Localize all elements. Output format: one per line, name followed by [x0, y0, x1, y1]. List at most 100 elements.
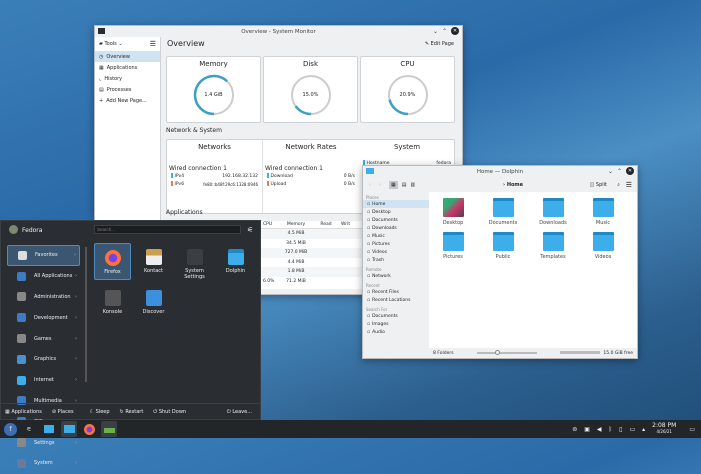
folder-item[interactable]: Downloads [533, 198, 573, 226]
place-item[interactable]: ▫ Images [363, 320, 429, 328]
place-item[interactable]: ▫ Desktop [363, 208, 429, 216]
restart-button[interactable]: ↻ Restart [120, 409, 144, 415]
table-row[interactable]: 727.0 MiB [261, 248, 363, 258]
folder-item[interactable]: Videos [583, 232, 623, 260]
place-item[interactable]: ▫ Home [363, 200, 429, 208]
sidebar-item-history[interactable]: ⌞ History [95, 73, 160, 84]
folder-item[interactable]: Desktop [433, 198, 473, 226]
icons-view-button[interactable]: ▦ [389, 180, 398, 189]
places-tab[interactable]: ⊘ Places [52, 409, 74, 415]
table-row[interactable]: 34.5 MiB [261, 239, 363, 249]
toolbar: ‹ › ▦ ▤ ▥ › Home ◫ Split ⌕ ☰ [363, 177, 637, 192]
folder-item[interactable]: Music [583, 198, 623, 226]
category-internet[interactable]: Internet › [7, 370, 80, 391]
table-row[interactable]: 4.4 MiB [261, 258, 363, 268]
sidebar-item-applications[interactable]: ▦ Applications [95, 62, 160, 73]
maximize-icon[interactable]: ⌃ [442, 28, 447, 35]
search-input[interactable] [94, 225, 241, 234]
col-write[interactable]: Writ [341, 222, 350, 227]
minimize-icon[interactable]: ⌄ [608, 168, 613, 175]
folder-item[interactable]: Documents [483, 198, 523, 226]
place-item[interactable]: ▫ Pictures [363, 240, 429, 248]
battery-icon[interactable]: ▯ [619, 426, 622, 433]
table-row[interactable]: 1.8 MiB [261, 267, 363, 277]
firefox-task-icon[interactable] [81, 421, 97, 437]
dolphin-task-icon[interactable] [41, 421, 57, 437]
app-konsole[interactable]: Konsole [94, 284, 131, 321]
place-item[interactable]: ▫ Videos [363, 248, 429, 256]
zoom-slider[interactable] [476, 350, 537, 355]
col-read[interactable]: Read [311, 222, 341, 227]
shutdown-button[interactable]: ⏻ Shut Down [153, 409, 186, 415]
bluetooth-icon[interactable]: ᛒ [609, 426, 613, 433]
edit-page-button[interactable]: ✎ Edit Page [425, 41, 454, 47]
sysmon-task-icon[interactable] [61, 421, 77, 437]
fedora-launcher-icon[interactable]: f [4, 422, 17, 436]
category-all-applications[interactable]: All Applications › [7, 266, 80, 287]
hamburger-icon[interactable]: ☰ [626, 181, 632, 189]
col-cpu[interactable]: CPU [261, 222, 281, 227]
app-system-settings[interactable]: System Settings [176, 243, 213, 280]
place-item[interactable]: ▫ Recent Locations [363, 296, 429, 304]
display-icon[interactable]: ▭ [629, 426, 635, 433]
category-scrollbar[interactable] [85, 247, 87, 382]
monitor-task-icon[interactable] [101, 421, 117, 437]
place-item[interactable]: ▫ Audio [363, 328, 429, 336]
hamburger-icon[interactable]: ☰ [150, 40, 156, 48]
split-button[interactable]: ◫ Split [590, 182, 607, 188]
tools-menu[interactable]: ▰ Tools ⌄ [99, 41, 123, 47]
leave-button[interactable]: ⏻ Leave... [227, 409, 252, 415]
place-item[interactable]: ▫ Documents [363, 216, 429, 224]
app-dolphin[interactable]: Dolphin [217, 243, 254, 280]
place-item[interactable]: ▫ Music [363, 232, 429, 240]
category-games[interactable]: Games › [7, 328, 80, 349]
expand-tray-icon[interactable]: ▴ [642, 426, 645, 433]
details-view-button[interactable]: ▥ [410, 182, 415, 188]
search-icon[interactable]: ⌕ [617, 182, 620, 188]
volume-icon[interactable]: ◀ [597, 426, 602, 433]
minimize-icon[interactable]: ⌄ [433, 28, 438, 35]
compact-view-button[interactable]: ▤ [402, 182, 407, 188]
sleep-button[interactable]: ☾ Sleep [90, 409, 110, 415]
app-discover[interactable]: Discover [135, 284, 172, 321]
place-item[interactable]: ▫ Documents [363, 312, 429, 320]
downloads-icon: ▫ [367, 225, 371, 231]
folder-icon [492, 232, 514, 251]
category-development[interactable]: Development › [7, 307, 80, 328]
table-row[interactable]: 6.0% 71.2 MiB [261, 277, 363, 287]
maximize-icon[interactable]: ⌃ [617, 168, 622, 175]
disk-card: Disk 15.0% [263, 56, 358, 123]
place-item[interactable]: ▫ Recent Files [363, 288, 429, 296]
settings-icon[interactable]: ⚟ [21, 421, 37, 437]
folder-item[interactable]: Public [483, 232, 523, 260]
place-item[interactable]: ▫ Network [363, 272, 429, 280]
sidebar-item-add-page[interactable]: + Add New Page... [95, 95, 160, 106]
configure-icon[interactable]: ⚟ [247, 226, 253, 234]
page-title: Overview [167, 39, 205, 48]
app-kontact[interactable]: Kontact [135, 243, 172, 280]
clipboard-icon[interactable]: ▣ [584, 426, 590, 433]
category-graphics[interactable]: Graphics › [7, 349, 80, 370]
back-icon[interactable]: ‹ [369, 182, 371, 188]
col-memory[interactable]: Memory [281, 222, 311, 227]
breadcrumb[interactable]: › Home [503, 182, 523, 188]
sidebar-item-overview[interactable]: ◷ Overview [95, 51, 160, 62]
category-system[interactable]: System › [7, 453, 80, 474]
close-button[interactable]: ✕ [626, 167, 634, 175]
place-item[interactable]: ▫ Downloads [363, 224, 429, 232]
network-icon[interactable]: ⊜ [572, 426, 577, 433]
folder-item[interactable]: Pictures [433, 232, 473, 260]
place-item[interactable]: ▫ Trash [363, 256, 429, 264]
folder-item[interactable]: Templates [533, 232, 573, 260]
applications-tab[interactable]: ▦ Applications [5, 409, 42, 415]
category-favorites[interactable]: Favorites › [7, 245, 80, 266]
table-row[interactable]: 4.5 MiB [261, 229, 363, 239]
clock[interactable]: 2:08 PM 4/26/21 [652, 423, 676, 435]
app-firefox[interactable]: Firefox [94, 243, 131, 280]
category-administration[interactable]: Administration › [7, 287, 80, 308]
sidebar-item-processes[interactable]: ▤ Processes [95, 84, 160, 95]
forward-icon[interactable]: › [379, 182, 381, 188]
app-icon [98, 28, 105, 34]
close-button[interactable]: ✕ [451, 27, 459, 35]
show-desktop-icon[interactable]: ▭ [689, 426, 695, 433]
